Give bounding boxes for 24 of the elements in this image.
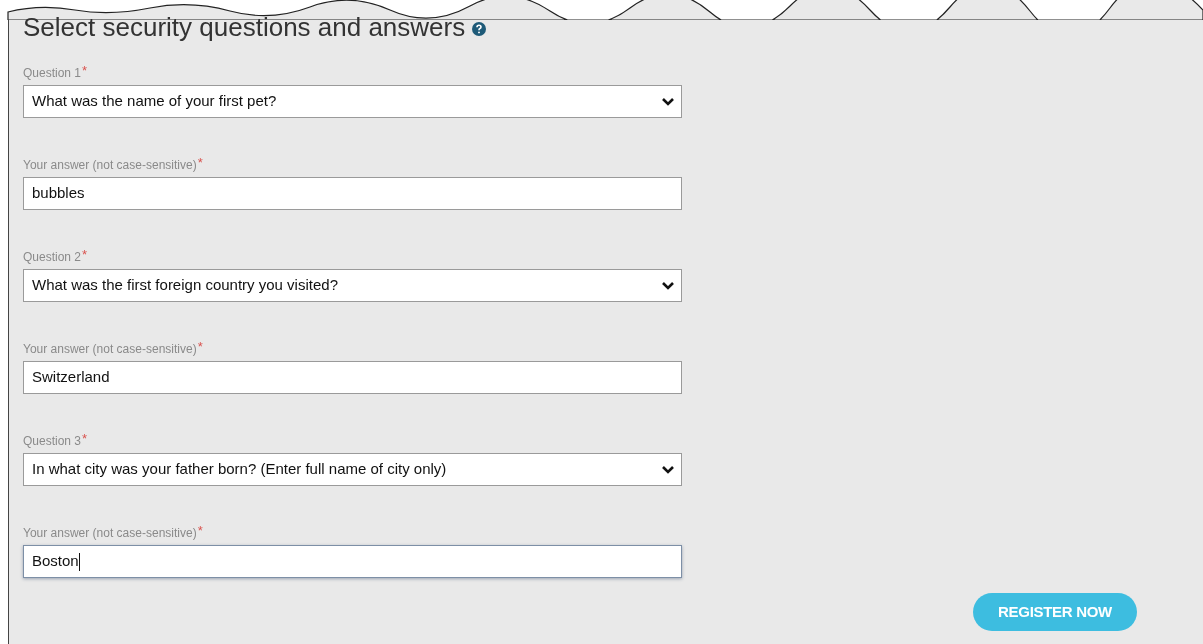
- field-label: Question 3: [23, 433, 82, 449]
- required-mark: *: [82, 433, 88, 445]
- text-cursor: [78, 552, 80, 571]
- required-mark: *: [82, 65, 88, 77]
- field-label: Your answer (not case-sensitive): [23, 341, 197, 357]
- field-label: Question 1: [23, 65, 82, 81]
- question-select[interactable]: What was the first foreign country you visited?: [23, 269, 682, 302]
- required-mark: *: [82, 249, 88, 261]
- question-select[interactable]: In what city was your father born? (Enter full name of city only): [23, 453, 682, 486]
- required-mark: *: [197, 525, 203, 537]
- answer-field[interactable]: Boston: [23, 545, 682, 578]
- field-label: Question 2: [23, 249, 82, 265]
- required-mark: *: [197, 341, 203, 353]
- help-icon[interactable]: [472, 22, 487, 36]
- chevron-down-icon: [661, 280, 675, 291]
- field-label: Your answer (not case-sensitive): [23, 525, 197, 541]
- answer-field[interactable]: Switzerland: [23, 361, 682, 394]
- chevron-down-icon: [661, 464, 675, 475]
- required-mark: *: [197, 157, 203, 169]
- field-label: Your answer (not case-sensitive): [23, 157, 197, 173]
- page-title: Select security questions and answers: [23, 14, 466, 40]
- answer-field[interactable]: bubbles: [23, 177, 682, 210]
- question-select[interactable]: What was the name of your first pet?: [23, 85, 682, 118]
- chevron-down-icon: [661, 96, 675, 107]
